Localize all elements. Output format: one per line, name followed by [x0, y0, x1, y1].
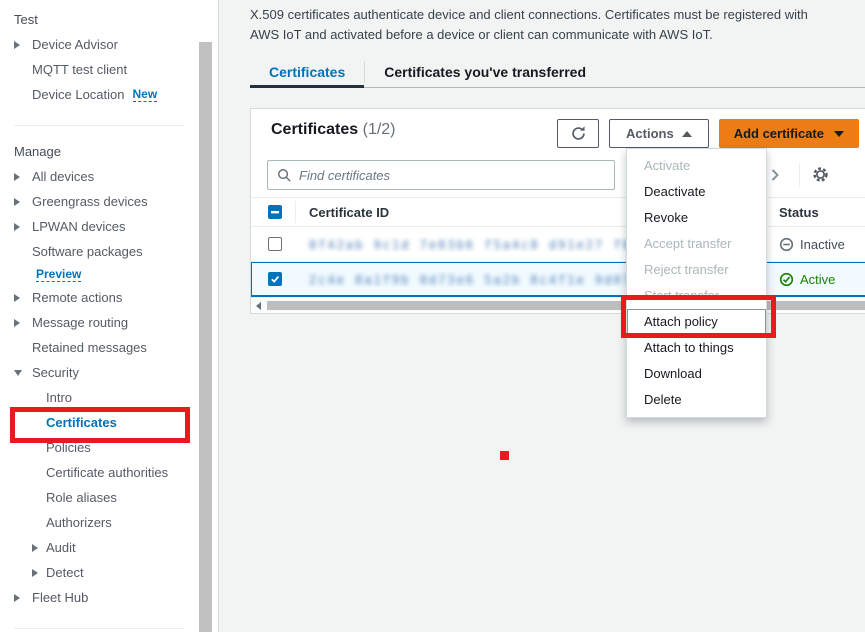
tab-bar: Certificates Certificates you've transfe…: [250, 57, 865, 88]
gear-icon: [811, 165, 830, 184]
next-page-button[interactable]: [769, 168, 781, 182]
scroll-left-arrow-icon[interactable]: [256, 302, 261, 310]
sidebar-item-remote-actions[interactable]: Remote actions: [0, 285, 199, 310]
sidebar-item-certificate-authorities[interactable]: Certificate authorities: [0, 460, 199, 485]
sidebar-section-test: Test: [0, 7, 199, 32]
sidebar-item-device-advisor[interactable]: Device Advisor: [0, 32, 199, 57]
actions-button[interactable]: Actions: [609, 119, 709, 148]
certificate-row-selected[interactable]: 2c4e 8a1f9b 0d73e6 5a2b 8c4f1e 9d073b 6a…: [251, 262, 865, 297]
row-checkbox[interactable]: [268, 237, 282, 251]
status-badge: Active: [766, 272, 865, 287]
certificate-row[interactable]: 8f42ab 9c1d 7e03b6 f5a4c8 d91e27 f0b3 a5…: [251, 227, 865, 262]
caret-up-icon: [682, 131, 692, 137]
sidebar-item-lpwan-devices[interactable]: LPWAN devices: [0, 214, 199, 239]
check-icon: [270, 274, 280, 284]
actions-dropdown-menu: Activate Deactivate Revoke Accept transf…: [626, 148, 767, 418]
sidebar-divider: [14, 125, 185, 126]
menu-item-delete[interactable]: Delete: [627, 387, 766, 413]
panel-header: Certificates (1/2) Actions: [251, 109, 865, 153]
tab-certificates[interactable]: Certificates: [250, 57, 364, 87]
search-icon: [277, 168, 292, 183]
active-icon: [779, 272, 794, 287]
menu-item-activate: Activate: [627, 153, 766, 179]
panel-actions: Actions Add certificate: [557, 119, 859, 148]
menu-item-attach-policy[interactable]: Attach policy: [627, 309, 766, 335]
new-badge[interactable]: New: [133, 87, 158, 102]
chevron-down-icon: [14, 370, 32, 376]
sidebar-item-intro[interactable]: Intro: [0, 385, 199, 410]
sidebar-item-software-packages-preview: Preview: [0, 264, 199, 285]
select-all-checkbox[interactable]: [268, 205, 282, 219]
menu-item-reject-transfer: Reject transfer: [627, 257, 766, 283]
column-header-status[interactable]: Status: [766, 201, 865, 223]
inactive-icon: [779, 237, 794, 252]
caret-down-icon: [834, 131, 844, 137]
sidebar-item-all-devices[interactable]: All devices: [0, 164, 199, 189]
search-box[interactable]: [267, 160, 615, 190]
panel-title: Certificates (1/2): [271, 121, 396, 139]
sidebar-item-security[interactable]: Security: [0, 360, 199, 385]
main-content: X.509 certificates authenticate device a…: [218, 0, 865, 632]
refresh-button[interactable]: [557, 119, 599, 148]
certificate-count: (1/2): [363, 121, 396, 138]
status-badge: Inactive: [766, 237, 865, 252]
sidebar-item-software-packages[interactable]: Software packages: [0, 239, 199, 264]
certificates-panel: Certificates (1/2) Actions: [250, 108, 865, 314]
table-header-row: Certificate ID Status: [251, 197, 865, 227]
menu-item-attach-to-things[interactable]: Attach to things: [627, 335, 766, 361]
sidebar-item-mqtt-test-client[interactable]: MQTT test client: [0, 57, 199, 82]
sidebar-nav: Test Device Advisor MQTT test client Dev…: [0, 0, 199, 632]
menu-item-deactivate[interactable]: Deactivate: [627, 179, 766, 205]
horizontal-scrollbar[interactable]: [251, 297, 865, 313]
menu-item-download[interactable]: Download: [627, 361, 766, 387]
menu-item-revoke[interactable]: Revoke: [627, 205, 766, 231]
sidebar-item-retained-messages[interactable]: Retained messages: [0, 335, 199, 360]
sidebar-divider: [14, 628, 185, 629]
menu-item-start-transfer: Start transfer: [627, 283, 766, 309]
sidebar-scrollbar[interactable]: [199, 0, 212, 632]
refresh-icon: [570, 125, 587, 142]
sidebar-item-policies[interactable]: Policies: [0, 435, 199, 460]
sidebar-item-fleet-hub[interactable]: Fleet Hub: [0, 585, 199, 610]
annotation-red-dot: [500, 451, 509, 460]
tab-certificates-transferred[interactable]: Certificates you've transferred: [365, 57, 605, 87]
pagination-divider: [799, 163, 800, 187]
sidebar-item-audit[interactable]: Audit: [0, 535, 199, 560]
chevron-right-icon: [14, 173, 32, 181]
sidebar-item-role-aliases[interactable]: Role aliases: [0, 485, 199, 510]
add-certificate-button[interactable]: Add certificate: [719, 119, 859, 148]
preview-badge[interactable]: Preview: [36, 267, 81, 282]
filter-row: 1: [251, 153, 865, 197]
page-description: X.509 certificates authenticate device a…: [250, 5, 836, 44]
settings-button[interactable]: [811, 165, 830, 189]
chevron-right-icon: [32, 544, 46, 552]
row-checkbox-checked[interactable]: [268, 272, 282, 286]
scrollbar-thumb[interactable]: [199, 42, 212, 632]
chevron-right-icon: [14, 41, 32, 49]
chevron-right-icon: [14, 319, 32, 327]
sidebar-item-certificates[interactable]: Certificates: [0, 410, 199, 435]
sidebar-item-device-location[interactable]: Device Location New: [0, 82, 199, 107]
chevron-right-icon: [14, 223, 32, 231]
chevron-right-icon: [769, 168, 781, 182]
indeterminate-icon: [270, 207, 280, 217]
menu-item-accept-transfer: Accept transfer: [627, 231, 766, 257]
chevron-right-icon: [14, 198, 32, 206]
chevron-right-icon: [32, 569, 46, 577]
scrollbar-thumb[interactable]: [267, 301, 865, 310]
sidebar-item-greengrass-devices[interactable]: Greengrass devices: [0, 189, 199, 214]
aws-iot-console: Test Device Advisor MQTT test client Dev…: [0, 0, 865, 632]
search-input[interactable]: [299, 162, 614, 188]
sidebar-item-authorizers[interactable]: Authorizers: [0, 510, 199, 535]
sidebar-section-manage: Manage: [0, 139, 199, 164]
sidebar-item-detect[interactable]: Detect: [0, 560, 199, 585]
sidebar-item-message-routing[interactable]: Message routing: [0, 310, 199, 335]
chevron-right-icon: [14, 594, 32, 602]
chevron-right-icon: [14, 294, 32, 302]
